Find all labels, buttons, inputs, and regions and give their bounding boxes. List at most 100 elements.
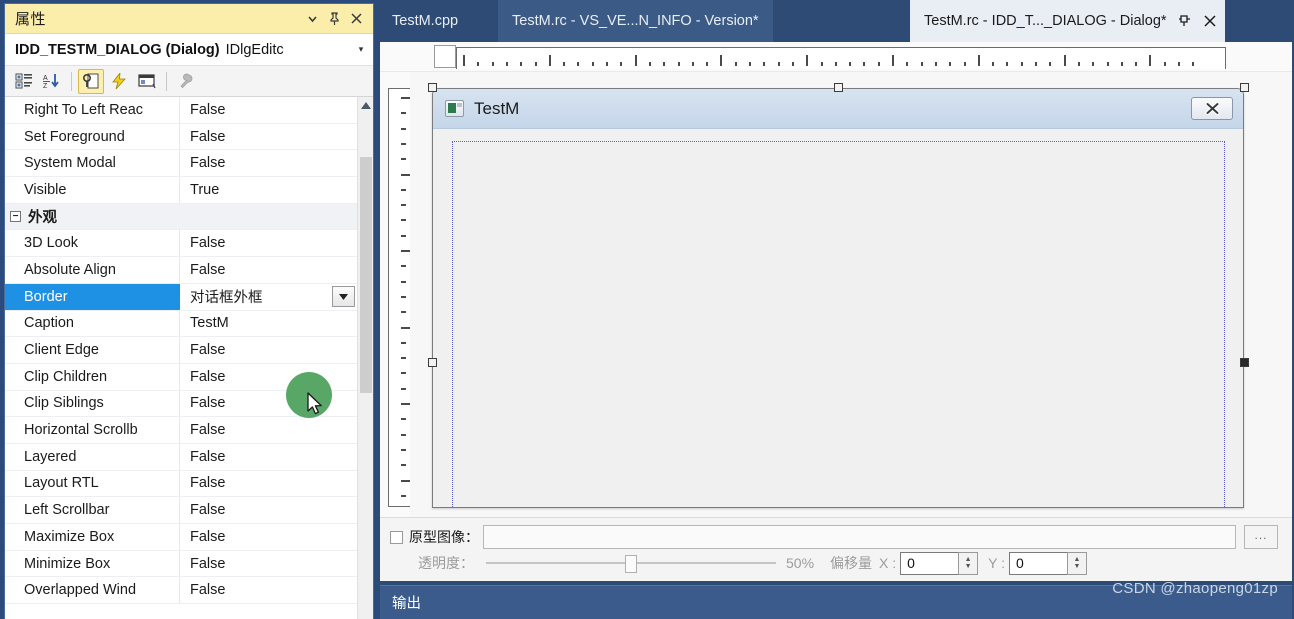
property-grid-scrollbar[interactable] [357,97,373,619]
offset-x-spin-arrows[interactable]: ▲ ▼ [958,551,979,575]
messages-button[interactable] [134,69,160,94]
property-value[interactable]: False [180,497,357,523]
property-row[interactable]: Overlapped Wind False [5,577,357,605]
design-canvas[interactable]: TestM [410,72,1292,517]
property-value-text: False [190,342,226,359]
property-row[interactable]: Minimize Box False [5,550,357,578]
prototype-image-path-input[interactable] [483,525,1236,549]
category-expander-icon[interactable]: − [10,211,21,223]
ruler-tick [401,142,406,145]
property-value[interactable]: False [180,337,357,363]
transparency-value: 50% [786,555,815,571]
transparency-slider[interactable] [486,551,776,575]
pin-icon[interactable] [323,8,345,30]
properties-pane-titlebar: 属性 [5,4,373,34]
offset-y-stepper[interactable]: 0 ▲ ▼ [1009,551,1087,575]
ruler-tick [691,62,694,66]
scrollbar-thumb[interactable] [360,157,372,393]
property-row[interactable]: Maximize Box False [5,524,357,551]
property-row[interactable]: Layout RTL False [5,470,357,498]
ruler-tick [806,55,809,66]
events-button[interactable] [106,69,132,94]
selection-handle-top-left[interactable] [428,83,437,92]
property-value[interactable]: False [180,444,357,470]
property-value[interactable]: False [180,124,357,150]
property-value[interactable]: False [180,150,357,176]
dialog-close-button[interactable] [1191,97,1233,120]
prototype-image-checkbox[interactable] [390,530,403,544]
property-dropdown-button[interactable] [332,286,355,308]
dialog-client-area[interactable] [433,129,1243,507]
property-value[interactable]: False [180,471,357,497]
tab-close-icon[interactable] [1203,14,1217,28]
tab-testm-rc-dialog[interactable]: TestM.rc - IDD_T..._DIALOG - Dialog* [910,0,1225,42]
properties-button[interactable] [78,68,104,94]
property-row[interactable]: Client Edge False [5,337,357,364]
tab-testm-cpp[interactable]: TestM.cpp [378,0,472,42]
property-value[interactable]: True [180,177,357,203]
property-value[interactable]: False [180,97,357,123]
selection-handle-top-center[interactable] [834,83,843,92]
property-row[interactable]: Layered False [5,443,357,471]
categorized-view-button[interactable] [11,69,37,94]
property-value[interactable]: False [180,551,357,577]
ruler-tick [734,62,737,66]
mouse-cursor [307,392,324,419]
ruler-tick [1178,62,1180,66]
property-value[interactable]: TestM [180,311,357,337]
property-row[interactable]: 3D Look False [5,230,357,258]
selection-handle-middle-right[interactable] [1240,358,1249,367]
property-name: Layered [5,443,180,470]
selection-handle-top-right[interactable] [1240,83,1249,92]
offset-x-value[interactable]: 0 [900,551,959,575]
property-row[interactable]: System Modal False [5,150,357,178]
ruler-tick [520,62,523,66]
ruler-tick [606,62,608,66]
property-value[interactable]: False [180,524,357,550]
property-pages-button[interactable] [173,69,199,94]
property-row[interactable]: Border 对话框外框 [5,283,357,311]
property-row[interactable]: Absolute Align False [5,257,357,284]
property-value[interactable]: False [180,257,357,283]
ruler-tick [820,62,823,66]
offset-y-spin-arrows[interactable]: ▲ ▼ [1067,551,1087,575]
property-row[interactable]: − 外观 [5,203,357,231]
property-value-text: TestM [190,315,229,332]
tab-testm-rc-version[interactable]: TestM.rc - VS_VE...N_INFO - Version* [498,0,773,42]
property-value-text: False [190,155,226,172]
testm-dialog-preview[interactable]: TestM [432,88,1244,508]
property-value[interactable]: False [180,230,357,256]
property-row[interactable]: Horizontal Scrollb False [5,417,357,444]
property-value-text: False [190,555,226,572]
ruler-tick [401,372,406,375]
slider-knob[interactable] [625,555,637,573]
selection-handle-middle-left[interactable] [428,358,437,367]
output-panel-label: 输出 [392,596,421,612]
object-chevron-down-icon[interactable]: ▾ [353,44,369,55]
ruler-tick [401,204,406,207]
property-grid[interactable]: Right To Left Reac False Set Foreground Fal… [5,97,357,619]
chevron-down-icon[interactable] [301,8,323,30]
ruler-tick [834,62,837,66]
property-row[interactable]: Visible True [5,177,357,204]
property-value[interactable]: 对话框外框 [180,283,357,310]
alphabetical-sort-button[interactable]: A Z [39,69,65,94]
ruler-tick [401,265,406,268]
close-icon[interactable] [345,8,367,30]
property-row[interactable]: Caption TestM [5,310,357,338]
property-value[interactable]: False [180,577,357,603]
property-row[interactable]: Right To Left Reac False [5,97,357,124]
property-row[interactable]: Left Scrollbar False [5,497,357,524]
property-value-text: False [190,101,226,118]
scroll-up-arrow-icon[interactable] [358,97,373,114]
offset-x-stepper[interactable]: 0 ▲ ▼ [900,551,979,575]
tab-pin-icon[interactable] [1178,14,1191,28]
selected-object-row[interactable]: IDD_TESTM_DIALOG (Dialog) IDlgEditc ▾ [5,34,373,66]
property-row[interactable]: Set Foreground False [5,123,357,151]
ruler-corner-box [434,45,456,68]
prototype-image-browse-button[interactable]: ... [1244,525,1278,549]
offset-y-value[interactable]: 0 [1009,551,1067,575]
property-value[interactable]: False [180,417,357,443]
property-name: Clip Siblings [5,390,180,417]
property-name: Left Scrollbar [5,497,180,523]
